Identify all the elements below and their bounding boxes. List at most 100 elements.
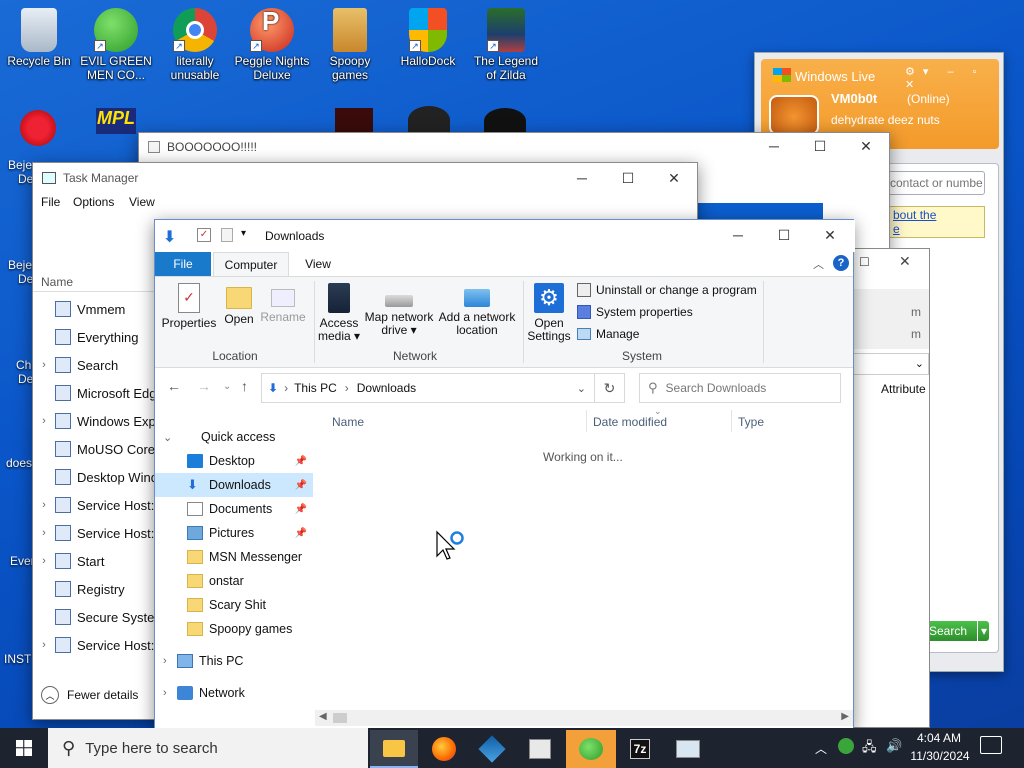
back-button[interactable]: ← <box>167 378 181 394</box>
tab-computer[interactable]: Computer <box>213 252 289 276</box>
notification-icon[interactable] <box>980 736 1002 754</box>
scroll-right-icon[interactable]: ▶ <box>841 711 849 722</box>
explorer-window[interactable]: ⬇ ✓ ▾ Downloads ─ ☐ ✕ File Computer View… <box>154 219 855 729</box>
msn-search-input[interactable] <box>885 171 985 195</box>
clock-time[interactable]: 4:04 AM <box>916 731 962 745</box>
ribbon-collapse-icon[interactable]: ︿ <box>813 256 824 272</box>
nav-item-folder[interactable]: MSN Messenger <box>155 545 313 569</box>
msn-search-button[interactable]: Search ▾ <box>925 621 989 641</box>
desktop-icon-peggle-nights[interactable]: P ↗ Peggle Nights Deluxe <box>234 8 310 82</box>
expand-chevron-icon[interactable]: › <box>33 415 55 427</box>
nav-item-documents[interactable]: Documents 📌 <box>155 497 313 521</box>
close-button[interactable]: ✕ <box>899 253 911 270</box>
taskbar-task-manager[interactable] <box>664 730 712 768</box>
tm-menu-file[interactable]: File <box>41 195 60 209</box>
msn-title-buttons[interactable]: ⚙▾ – ▫ ✕ <box>905 65 1003 91</box>
expand-chevron-icon[interactable]: › <box>33 639 55 651</box>
breadcrumb-this-pc[interactable]: This PC <box>294 381 337 395</box>
tm-column-name[interactable]: Name <box>41 275 73 289</box>
breadcrumb-downloads[interactable]: Downloads <box>357 381 416 395</box>
chevron-down-icon[interactable]: ⌄ <box>163 431 172 444</box>
desktop-icon-hallodock[interactable]: ↗ HalloDock <box>390 8 466 68</box>
tray-msn-icon[interactable] <box>838 738 854 754</box>
nav-this-pc[interactable]: › This PC <box>155 649 313 673</box>
open-settings-button[interactable]: ⚙ Open Settings <box>527 283 571 343</box>
tm-menu-view[interactable]: View <box>129 195 155 209</box>
forward-button[interactable]: → <box>197 378 211 394</box>
avatar[interactable] <box>769 95 819 135</box>
up-button[interactable]: ↑ <box>241 378 248 394</box>
taskbar-msn[interactable] <box>566 730 616 768</box>
open-button[interactable]: Open <box>221 283 257 326</box>
clock-date[interactable]: 11/30/2024 <box>908 749 972 763</box>
fewer-details-button[interactable]: ︿ Fewer details <box>41 686 138 704</box>
recent-locations-button[interactable]: ⌄ <box>223 381 231 392</box>
access-media-button[interactable]: Access media ▾ <box>317 283 361 343</box>
msn-status[interactable]: (Online) <box>907 92 950 106</box>
nav-item-folder[interactable]: onstar <box>155 569 313 593</box>
nav-item-pictures[interactable]: Pictures 📌 <box>155 521 313 545</box>
address-dropdown-icon[interactable]: ⌄ <box>577 382 586 395</box>
minimize-button[interactable]: ─ <box>559 163 605 193</box>
back-dropdown[interactable]: ⌄ <box>851 353 929 375</box>
desktop-icon-spoopy-games[interactable]: Spoopy games <box>312 8 388 82</box>
msn-username[interactable]: VM0b0t <box>831 91 877 106</box>
tray-chevron-icon[interactable]: ︿ <box>815 740 827 757</box>
msn-personal-message[interactable]: dehydrate deez nuts <box>831 113 940 127</box>
minimize-button[interactable]: ─ <box>751 131 797 161</box>
uninstall-button[interactable]: Uninstall or change a program <box>577 283 757 297</box>
desktop-icon-literally-unusable[interactable]: ↗ literally unusable <box>157 8 233 82</box>
tab-view[interactable]: View <box>293 252 343 276</box>
maximize-button[interactable]: ☐ <box>761 220 807 250</box>
new-folder-qat-icon[interactable] <box>221 228 233 242</box>
nav-item-downloads[interactable]: ⬇ Downloads 📌 <box>155 473 313 497</box>
taskbar-search[interactable]: ⚲ Type here to search <box>48 728 368 768</box>
nav-quick-access[interactable]: ⌄ Quick access <box>155 425 313 449</box>
column-name[interactable]: Name <box>332 415 364 429</box>
taskbar-virtualbox[interactable] <box>468 730 516 768</box>
msn-info-link[interactable]: e <box>893 222 900 236</box>
search-box[interactable]: ⚲ Search Downloads <box>639 373 841 403</box>
qat-dropdown-icon[interactable]: ▾ <box>241 228 246 239</box>
tab-file[interactable]: File <box>155 252 211 276</box>
nav-item-desktop[interactable]: Desktop 📌 <box>155 449 313 473</box>
taskbar-app[interactable] <box>516 730 564 768</box>
column-date-modified[interactable]: Date modified <box>593 415 667 429</box>
tm-menu-options[interactable]: Options <box>73 195 114 209</box>
close-button[interactable]: ✕ <box>807 220 853 250</box>
chevron-right-icon[interactable]: › <box>163 655 167 667</box>
nav-network[interactable]: › Network <box>155 681 313 705</box>
maximize-button[interactable]: ☐ <box>605 163 651 193</box>
refresh-button[interactable]: ↻ <box>595 373 625 403</box>
add-network-location-button[interactable]: Add a network location <box>437 283 517 337</box>
expand-chevron-icon[interactable]: › <box>33 359 55 371</box>
maximize-button[interactable]: ☐ <box>859 255 870 269</box>
close-button[interactable]: ✕ <box>843 131 889 161</box>
attribute-column-header[interactable]: Attribute <box>881 382 926 396</box>
system-properties-button[interactable]: System properties <box>577 305 693 319</box>
nav-item-folder[interactable]: Scary Shit <box>155 593 313 617</box>
desktop-icon-evil-green-men[interactable]: ↗ EVIL GREEN MEN CO... <box>78 8 154 82</box>
manage-button[interactable]: Manage <box>577 327 639 341</box>
expand-chevron-icon[interactable]: › <box>33 527 55 539</box>
chevron-right-icon[interactable]: › <box>163 687 167 699</box>
properties-button[interactable]: ✓ Properties <box>161 283 217 330</box>
taskbar-7zip[interactable]: 7z <box>616 730 664 768</box>
map-network-drive-button[interactable]: Map network drive ▾ <box>363 283 435 337</box>
network-icon[interactable]: 🖧 <box>862 738 877 760</box>
horizontal-scrollbar[interactable]: ◀ ▶ <box>315 710 853 726</box>
scroll-left-icon[interactable]: ◀ <box>319 711 327 722</box>
rename-button[interactable]: Rename <box>259 283 307 324</box>
taskbar-firefox[interactable] <box>420 730 468 768</box>
start-button[interactable] <box>0 728 48 768</box>
taskbar-file-explorer[interactable] <box>370 730 418 768</box>
nav-item-folder[interactable]: Spoopy games <box>155 617 313 641</box>
expand-chevron-icon[interactable]: › <box>33 499 55 511</box>
download-arrow-icon[interactable]: ⬇ <box>163 227 176 247</box>
help-icon[interactable]: ? <box>833 255 849 271</box>
scroll-thumb[interactable] <box>333 713 347 723</box>
desktop-icon-legend-of-zilda[interactable]: ↗ The Legend of Zilda <box>468 8 544 82</box>
close-button[interactable]: ✕ <box>651 163 697 193</box>
expand-chevron-icon[interactable]: › <box>33 555 55 567</box>
maximize-button[interactable]: ☐ <box>797 131 843 161</box>
